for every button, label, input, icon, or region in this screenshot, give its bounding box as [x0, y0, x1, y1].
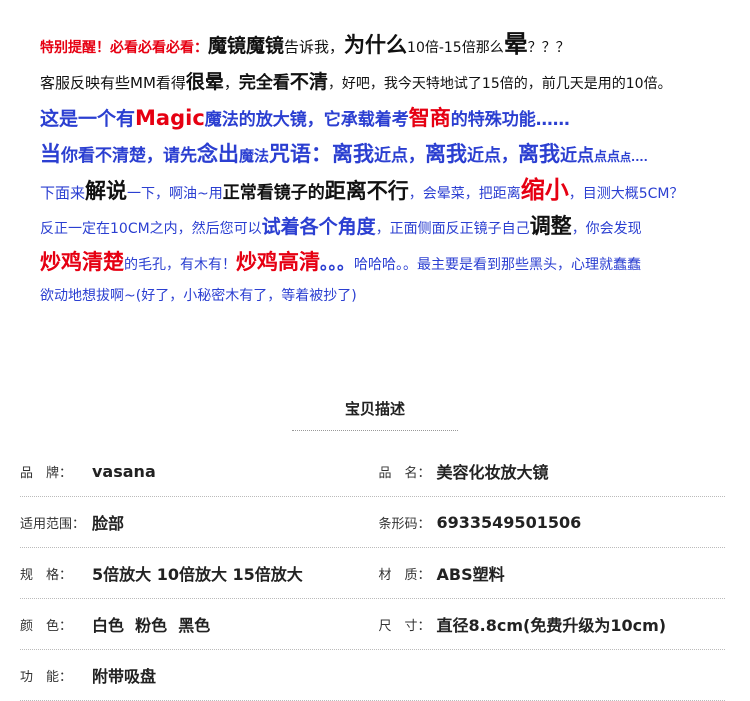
notice-line-7: 炒鸡清楚的毛孔，有木有！炒鸡高清。。。哈哈哈。。最主要是看到那些黑头，心理就蠢蠢	[40, 244, 730, 280]
text-fragment: 点....	[620, 151, 648, 164]
spec-cell: 材 质： ABS塑料	[373, 548, 726, 598]
spec-value-barcode: 6933549501506	[436, 512, 582, 532]
text-fragment: 离我	[425, 142, 468, 166]
emphasis-text: 不清	[289, 71, 328, 93]
spec-row: 功 能： 附带吸盘	[20, 650, 725, 701]
spec-table: 品 牌： vasana 品 名： 美容化妆放大镜 适用范围： 脸部 条形码： 6…	[20, 446, 725, 701]
spec-label-barcode: 条形码：	[378, 516, 431, 532]
magic-text: Magic	[135, 106, 205, 130]
text-fragment: 正常看镜子的	[222, 183, 325, 203]
spec-label-specification: 规 格：	[20, 567, 73, 583]
dizzy-text: 晕	[503, 30, 528, 58]
explain-text: 解说	[85, 179, 128, 203]
distance-text: 距离不行	[324, 179, 409, 203]
text-fragment: 的特殊功能……	[450, 110, 570, 130]
text-fragment: 离我	[518, 142, 561, 166]
notice-line-2: 客服反映有些MM看得很晕，完全看不清，好吧，我今天特地试了15倍的，前几天是用的…	[40, 64, 730, 100]
section-title: 宝贝描述	[344, 400, 405, 418]
text-fragment: 最主要是看到那些黑头，心理就蠢蠢	[417, 257, 641, 273]
text-fragment: ，会晕菜，把距离	[408, 186, 521, 202]
spec-row: 颜 色： 白色 粉色 黑色 尺 寸： 直径8.8cm(免费升级为10cm)	[20, 599, 725, 650]
spec-row: 规 格： 5倍放大 10倍放大 15倍放大 材 质： ABS塑料	[20, 548, 725, 599]
spec-row: 品 牌： vasana 品 名： 美容化妆放大镜	[20, 446, 725, 497]
text-fragment: 点点	[594, 150, 621, 165]
text-fragment: 近点	[560, 146, 595, 166]
notice-line-8: 欲动地想拔啊~(好了，小秘密木有了，等着被抄了)	[40, 280, 730, 310]
spec-label-brand: 品 牌：	[20, 465, 73, 481]
text-fragment: ，目测大概5CM？	[568, 186, 684, 202]
spec-value-usage-area: 脸部	[92, 514, 125, 533]
shrink-text: 缩小	[520, 176, 569, 204]
spec-label-size: 尺 寸：	[378, 618, 431, 634]
spec-cell: 品 名： 美容化妆放大镜	[373, 446, 726, 496]
iq-text: 智商	[408, 106, 451, 130]
spec-row: 适用范围： 脸部 条形码： 6933549501506	[20, 497, 725, 548]
super-clear-text: 炒鸡清楚	[40, 250, 124, 274]
text-fragment: 这是一个有	[40, 108, 136, 130]
spec-cell: 适用范围： 脸部	[20, 497, 373, 547]
text-fragment: 的毛孔，有木有！	[124, 257, 236, 273]
spec-value-material: ABS塑料	[436, 565, 505, 584]
angle-text: 试着各个角度	[261, 216, 376, 238]
notice-line-6: 反正一定在10CM之内，然后您可以试着各个角度，正面侧面反正镜子自己调整，你会发…	[40, 208, 730, 244]
notice-line-5: 下面来解说一下，啊油~用正常看镜子的距离不行，会晕菜，把距离缩小，目测大概5CM…	[40, 172, 730, 208]
spec-label-usage-area: 适用范围：	[20, 516, 86, 532]
spec-value-product-name: 美容化妆放大镜	[436, 463, 549, 482]
text-fragment: 欲动地想拔啊~(好了，小秘密木有了，等着被抄了)	[40, 288, 357, 304]
spec-cell: 尺 寸： 直径8.8cm(免费升级为10cm)	[373, 599, 726, 649]
notice-line-4: 当你看不清楚，请先念出魔法咒语：离我近点，离我近点，离我近点点点点....	[40, 136, 730, 172]
text-fragment: 哈哈哈。。	[354, 257, 417, 273]
spec-label-material: 材 质：	[378, 567, 431, 583]
spec-value-color: 白色 粉色 黑色	[92, 616, 211, 635]
text-fragment: 下面来	[40, 184, 86, 202]
spec-value-specification: 5倍放大 10倍放大 15倍放大	[92, 565, 303, 584]
spec-value-function: 附带吸盘	[92, 667, 157, 686]
spec-label-product-name: 品 名：	[378, 465, 431, 481]
spec-cell: 条形码： 6933549501506	[373, 497, 726, 547]
text-fragment: 近点，	[467, 146, 519, 166]
text-fragment: 魔法的放大镜，它承载着考	[204, 110, 409, 130]
text-fragment: 魔法	[239, 147, 270, 165]
emphasis-text: 很晕	[185, 71, 224, 93]
spec-value-size: 直径8.8cm(免费升级为10cm)	[436, 616, 667, 635]
text-fragment: 反正一定在10CM之内，然后您可以	[40, 221, 262, 237]
promo-notes: 特别提醒！必看必看必看：魔镜魔镜告诉我，为什么10倍-15倍那么晕？？？ 客服反…	[40, 24, 730, 310]
text-fragment: ，正面侧面反正镜子自己	[375, 221, 530, 237]
text-fragment: 告诉我，	[284, 38, 345, 56]
notice-line-3: 这是一个有Magic魔法的放大镜，它承载着考智商的特殊功能……	[40, 100, 730, 136]
notice-line-1: 特别提醒！必看必看必看：魔镜魔镜告诉我，为什么10倍-15倍那么晕？？？	[40, 24, 730, 64]
text-fragment: 当	[40, 142, 61, 166]
text-fragment: ，你会发现	[571, 221, 642, 237]
spec-cell: 品 牌： vasana	[20, 446, 373, 496]
spec-cell: 功 能： 附带吸盘	[20, 650, 373, 700]
text-fragment: 客服反映有些MM看得	[40, 74, 186, 92]
notice-alert: 特别提醒！必看必看必看：	[40, 40, 208, 56]
spec-value-brand: vasana	[92, 461, 156, 481]
section-divider	[292, 430, 458, 431]
spec-cell: 颜 色： 白色 粉色 黑色	[20, 599, 373, 649]
text-fragment: 10倍-15倍那么	[407, 40, 504, 56]
spec-cell: 规 格： 5倍放大 10倍放大 15倍放大	[20, 548, 373, 598]
super-hd-text: 炒鸡高清	[236, 250, 320, 274]
emphasis-text: 完全看	[238, 73, 290, 93]
text-fragment: 近点，	[374, 146, 426, 166]
spec-label-function: 功 能：	[20, 669, 73, 685]
spell-text: 咒语：离我	[269, 142, 375, 166]
text-fragment: ，	[223, 74, 239, 92]
text-fragment: 念出	[197, 142, 239, 166]
text-fragment: 。。。	[320, 254, 354, 274]
adjust-text: 调整	[529, 214, 572, 238]
spec-cell	[373, 650, 726, 700]
magic-mirror-text: 魔镜魔镜	[208, 35, 285, 57]
text-fragment: ？？？	[527, 40, 570, 56]
text-fragment: 你看不清楚，请先	[61, 146, 197, 166]
text-fragment: 一下，啊油~用	[127, 186, 223, 202]
why-text: 为什么	[344, 33, 408, 57]
text-fragment: ，好吧，我今天特地试了15倍的，前几天是用的10倍。	[327, 76, 672, 92]
spec-label-color: 颜 色：	[20, 618, 73, 634]
